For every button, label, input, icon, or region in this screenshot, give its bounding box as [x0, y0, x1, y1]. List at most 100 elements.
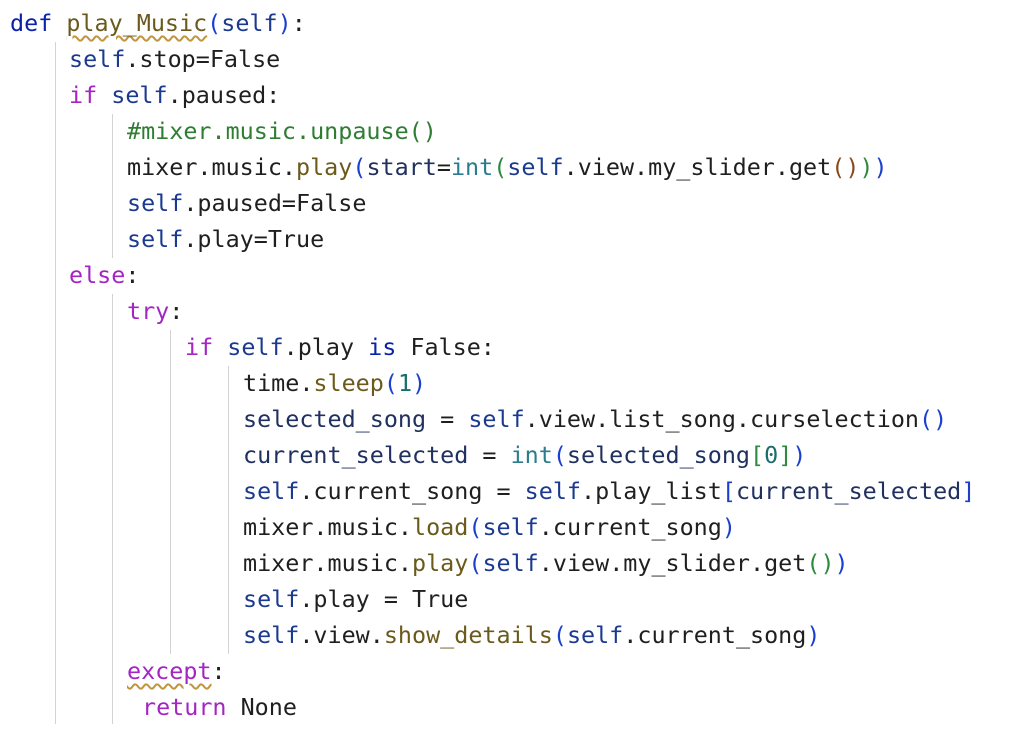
code-line[interactable]: time.sleep(1): [243, 365, 426, 401]
code-token: return: [142, 693, 227, 721]
code-token: ): [806, 621, 821, 649]
code-token: ]: [961, 477, 976, 505]
code-token: def: [10, 9, 53, 37]
code-token: self: [524, 477, 582, 505]
code-token: self: [482, 549, 539, 577]
code-token: .play_list: [581, 477, 722, 505]
code-line[interactable]: self.paused=False: [127, 185, 366, 221]
code-token: self: [127, 225, 184, 253]
code-token: (: [352, 153, 367, 181]
code-token: (: [468, 513, 483, 541]
code-token: show_details: [383, 621, 553, 649]
code-token: int: [450, 153, 494, 181]
code-token: :: [169, 297, 184, 325]
code-token: (: [918, 405, 934, 433]
code-token: .paused=False: [183, 189, 367, 217]
code-token: (: [468, 549, 483, 577]
code-line[interactable]: mixer.music.play(start=int(self.view.my_…: [127, 149, 888, 185]
code-token: :: [211, 657, 226, 685]
code-token: selected_song: [243, 405, 427, 433]
code-token: self: [468, 405, 525, 433]
code-line[interactable]: self.current_song = self.play_list[curre…: [243, 473, 975, 509]
code-token: self: [507, 153, 564, 181]
code-token: .play=True: [183, 225, 325, 253]
code-token: .play = True: [299, 585, 469, 613]
code-token: except: [127, 657, 212, 685]
code-token: :: [291, 9, 306, 37]
code-line[interactable]: mixer.music.load(self.current_song): [243, 509, 736, 545]
code-token: =: [436, 153, 451, 181]
code-editor[interactable]: def play_Music(self): self.stop=False if s…: [0, 0, 1016, 752]
code-token: =: [468, 441, 511, 469]
code-token: self: [127, 189, 184, 217]
code-token: mixer.music.: [243, 513, 412, 541]
code-token: .current_song =: [299, 477, 525, 505]
code-token: int: [510, 441, 553, 469]
code-line[interactable]: mixer.music.play(self.view.my_slider.get…: [243, 545, 849, 581]
code-token: self: [243, 477, 300, 505]
code-token: (: [383, 369, 398, 397]
code-token: play_Music: [66, 9, 208, 37]
code-token: self: [243, 621, 300, 649]
code-token: ): [873, 153, 888, 181]
code-token: 0: [764, 441, 779, 469]
code-token: .current_song: [623, 621, 807, 649]
code-line[interactable]: self.play = True: [243, 581, 468, 617]
code-token: False:: [396, 333, 495, 361]
code-token: sleep: [313, 369, 384, 397]
code-line[interactable]: self.stop=False: [69, 41, 280, 77]
code-token: ): [845, 153, 860, 181]
code-token: if: [69, 81, 98, 109]
code-token: ): [933, 405, 948, 433]
code-token: play: [412, 549, 469, 577]
code-token: .paused:: [167, 81, 281, 109]
indent-guide: [55, 42, 56, 724]
code-token: ): [277, 9, 292, 37]
code-token: ): [412, 369, 427, 397]
code-token: play: [296, 153, 353, 181]
indent-guide: [170, 330, 171, 654]
code-token: [: [721, 477, 736, 505]
code-token: (: [552, 441, 567, 469]
indent-guide: [112, 294, 113, 724]
indent-guide: [228, 366, 229, 654]
code-line[interactable]: except:: [127, 653, 226, 689]
code-line[interactable]: self.play=True: [127, 221, 324, 257]
code-line[interactable]: def play_Music(self):: [10, 5, 306, 41]
code-token: is: [368, 333, 397, 361]
code-token: =: [426, 405, 469, 433]
code-line[interactable]: if self.paused:: [69, 77, 280, 113]
code-token: else: [69, 261, 126, 289]
code-token: current_selected: [243, 441, 469, 469]
code-line[interactable]: if self.play is False:: [185, 329, 495, 365]
code-token: 1: [397, 369, 413, 397]
code-token: .view.: [299, 621, 384, 649]
code-token: ]: [778, 441, 793, 469]
code-token: selected_song: [566, 441, 750, 469]
code-token: .view.list_song.curselection: [524, 405, 919, 433]
code-line[interactable]: #mixer.music.unpause(): [127, 113, 437, 149]
code-token: ): [859, 153, 874, 181]
code-token: ): [834, 549, 849, 577]
code-token: (: [493, 153, 508, 181]
code-token: self: [221, 9, 278, 37]
code-token: .stop=False: [125, 45, 281, 73]
code-line[interactable]: current_selected = int(selected_song[0]): [243, 437, 806, 473]
code-line[interactable]: else:: [69, 257, 139, 293]
code-token: #mixer.music.unpause(): [127, 117, 437, 145]
code-line[interactable]: try:: [127, 293, 183, 329]
code-token: time.: [243, 369, 314, 397]
code-token: mixer.music.: [127, 153, 296, 181]
code-token: self: [69, 45, 126, 73]
code-line[interactable]: self.view.show_details(self.current_song…: [243, 617, 820, 653]
code-token: (: [806, 549, 821, 577]
code-token: try: [127, 297, 170, 325]
code-token: self: [227, 333, 284, 361]
code-token: .view.my_slider.get: [563, 153, 832, 181]
code-token: ): [792, 441, 807, 469]
code-line[interactable]: selected_song = self.view.list_song.curs…: [243, 401, 947, 437]
code-token: .play: [283, 333, 369, 361]
code-token: if: [185, 333, 214, 361]
code-line[interactable]: return None: [142, 689, 297, 725]
